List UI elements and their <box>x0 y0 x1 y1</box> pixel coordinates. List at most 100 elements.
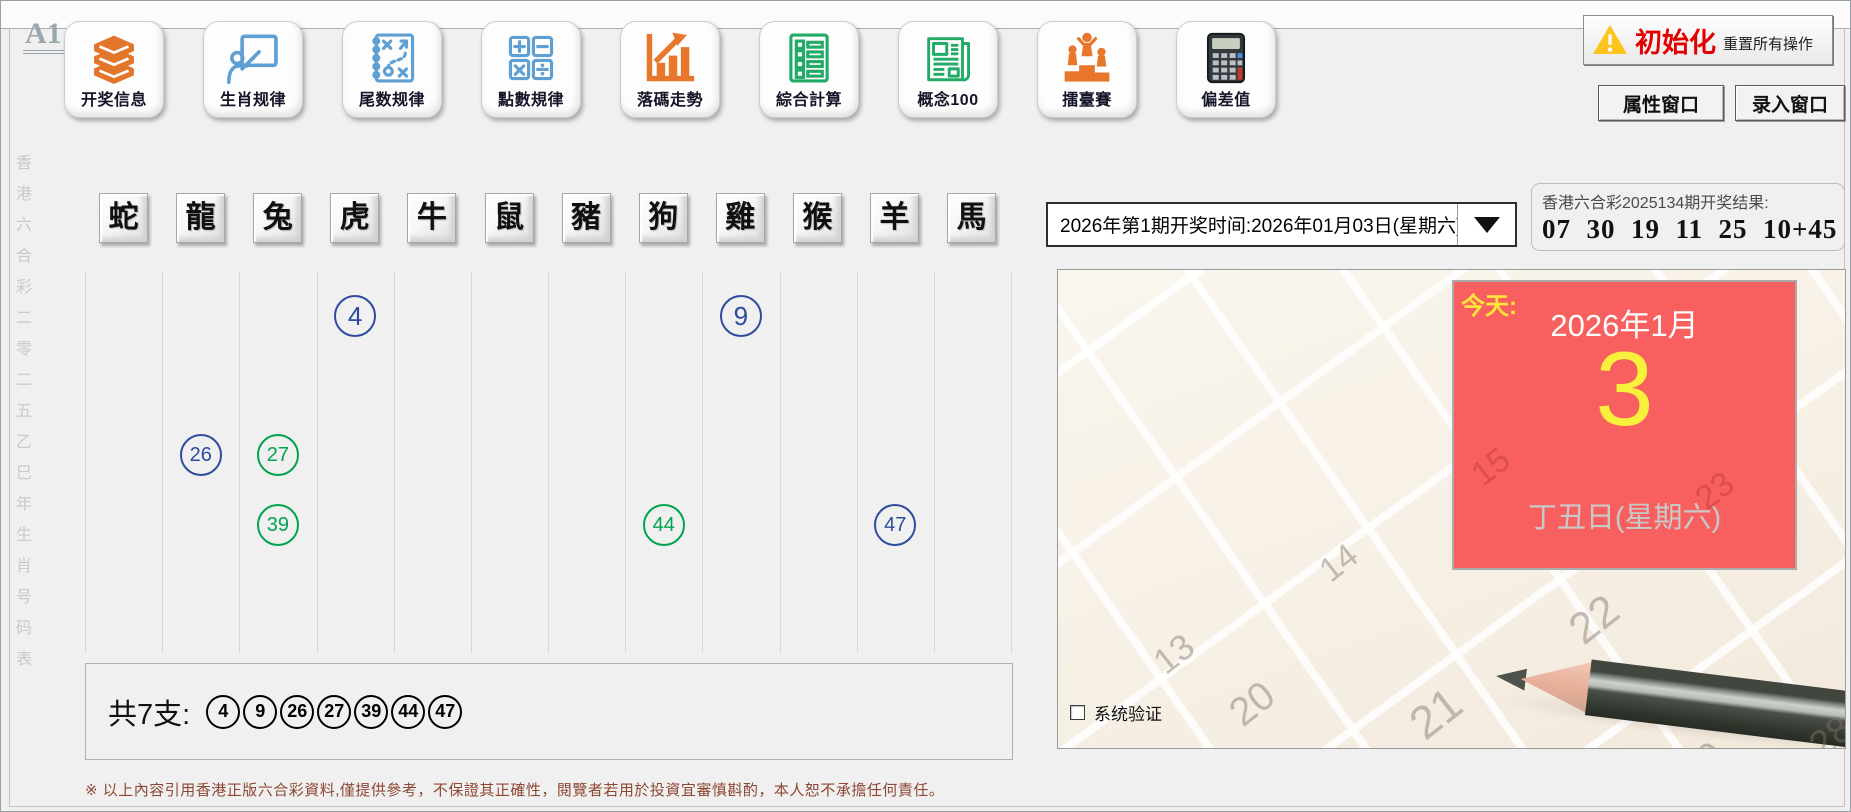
initialize-label: 初始化 <box>1635 27 1716 58</box>
entry-window-button[interactable]: 录入窗口 <box>1735 85 1845 121</box>
calendar-photo-number: 14 <box>1312 536 1366 590</box>
tool-button-draw-info[interactable]: 开奖信息 <box>64 21 164 118</box>
vertical-title-char: 五 <box>15 403 32 420</box>
column-gridline <box>162 271 164 653</box>
warning-icon <box>1593 25 1627 54</box>
books-icon <box>85 28 143 88</box>
tool-button-composite[interactable]: 綜合計算 <box>759 21 859 118</box>
system-verify-row: 系统验证 <box>1070 700 1162 725</box>
math-operations-icon <box>502 28 560 88</box>
checklist-icon <box>780 28 838 88</box>
column-gridline <box>85 271 86 653</box>
vertical-title-char: 巳 <box>15 465 32 482</box>
podium-winners-icon <box>1058 28 1116 88</box>
disclaimer-text: ※ 以上內容引用香港正版六合彩資料,僅提供參考，不保證其正確性，閱覽者若用於投資… <box>85 782 945 799</box>
tool-button-label: 偏差值 <box>1201 92 1251 109</box>
tab-zodiac-10[interactable]: 猴 <box>792 193 842 243</box>
tool-button-point-rule[interactable]: 點數規律 <box>481 21 581 118</box>
system-verify-label: 系统验证 <box>1094 705 1162 724</box>
vertical-title-char: 肖 <box>15 558 32 575</box>
column-gridline <box>702 271 704 653</box>
number-mark-27: 27 <box>256 434 299 477</box>
tool-button-label: 概念100 <box>917 92 979 109</box>
initialize-button[interactable]: 初始化 重置所有操作 <box>1583 15 1833 65</box>
tab-zodiac-12[interactable]: 馬 <box>947 193 997 243</box>
vertical-title-char: 合 <box>15 248 32 265</box>
summary-numbers: 4 9 26 27 39 44 47 <box>206 694 465 729</box>
vertical-title-char: 港 <box>15 186 32 203</box>
tool-button-label: 擂臺賽 <box>1062 92 1112 109</box>
dropdown-arrow-button[interactable] <box>1457 204 1515 245</box>
period-dropdown-value: 2026年第1期开奖时间:2026年01月03日(星期六) <box>1060 216 1457 237</box>
calendar-day-detail: 丁丑日(星期六) <box>1527 502 1722 534</box>
tab-zodiac-8[interactable]: 狗 <box>638 193 688 243</box>
bar-chart-up-icon <box>641 28 699 88</box>
tool-button-label: 尾数规律 <box>358 92 425 109</box>
tab-zodiac-3[interactable]: 兔 <box>253 193 303 243</box>
calendar-photo-number: 21 <box>1399 676 1472 749</box>
column-gridline <box>625 271 627 653</box>
vertical-title-char: 生 <box>15 527 32 544</box>
tool-button-label: 點數規律 <box>497 92 564 109</box>
tab-zodiac-9[interactable]: 雞 <box>715 193 765 243</box>
vertical-title-char: 表 <box>15 651 32 668</box>
last-draw-result-numbers: 07 30 19 11 25 10+45 <box>1542 214 1838 244</box>
presenter-board-icon <box>224 28 282 88</box>
tab-zodiac-2[interactable]: 龍 <box>176 193 226 243</box>
tool-button-trend[interactable]: 落碼走勢 <box>620 21 720 118</box>
summary-circle-number: 47 <box>428 694 463 729</box>
pencil-wood-cone <box>1518 653 1594 713</box>
column-gridline <box>779 271 781 653</box>
summary-circle-number: 26 <box>280 694 315 729</box>
strategy-notebook-icon <box>363 28 421 88</box>
vertical-title-char: 香 <box>15 155 32 172</box>
last-draw-result-box: 香港六合彩2025134期开奖结果: 07 30 19 11 25 10+45 <box>1531 183 1845 251</box>
reset-all-label: 重置所有操作 <box>1723 35 1814 53</box>
column-gridline <box>1011 271 1012 653</box>
cell-reference-label: A1 <box>23 19 64 54</box>
tab-zodiac-1[interactable]: 蛇 <box>99 193 148 243</box>
tab-zodiac-5[interactable]: 牛 <box>407 193 457 243</box>
vertical-title-char: 六 <box>15 217 32 234</box>
system-verify-checkbox[interactable] <box>1070 705 1085 720</box>
number-mark-26: 26 <box>179 434 222 477</box>
period-dropdown[interactable]: 2026年第1期开奖时间:2026年01月03日(星期六) <box>1046 202 1517 247</box>
summary-circle-number: 4 <box>206 694 241 729</box>
summary-circle-number: 27 <box>317 694 352 729</box>
tab-zodiac-4[interactable]: 虎 <box>330 193 380 243</box>
pencil-graphite-tip <box>1495 665 1527 690</box>
vertical-title-char: 彩 <box>15 279 32 296</box>
vertical-title-char: 二 <box>15 310 32 327</box>
tool-button-label: 开奖信息 <box>80 92 147 109</box>
tool-button-zodiac-rule[interactable]: 生肖规律 <box>203 21 303 118</box>
column-gridline <box>239 271 241 653</box>
vertical-title-char: 号 <box>15 589 32 606</box>
calendar-photo-number: 22 <box>1559 585 1629 654</box>
number-mark-39: 39 <box>256 504 299 547</box>
calendar-photo-number: 20 <box>1221 672 1284 736</box>
tool-button-concept100[interactable]: 概念100 <box>898 21 998 118</box>
summary-circle-number: 39 <box>354 694 389 729</box>
tool-button-tail-rule[interactable]: 尾数规律 <box>342 21 442 118</box>
tool-button-label: 落碼走勢 <box>636 92 703 109</box>
vertical-title-char: 码 <box>15 620 32 637</box>
tool-button-arena[interactable]: 擂臺賽 <box>1037 21 1137 118</box>
calendar-panel: 今天: 2026年1月 3 丁丑日(星期六) 15 23 系统验证 14 13 22 2… <box>1057 269 1846 749</box>
calendar-day-number: 3 <box>1595 331 1654 448</box>
app-window: A1 开奖信息 生肖规律 尾数规律 點數規律 落碼走勢 綜合計算 概念100 擂… <box>0 0 1851 812</box>
tab-zodiac-11[interactable]: 羊 <box>870 193 919 243</box>
column-gridline <box>470 271 472 653</box>
left-vertical-title: 香港六合彩二零二五乙巳年生肖号码表 <box>13 149 35 669</box>
properties-window-button[interactable]: 属性窗口 <box>1598 85 1724 121</box>
summary-box: 共7支: 4 9 26 27 39 44 47 <box>85 663 1013 760</box>
tab-zodiac-6[interactable]: 鼠 <box>484 193 534 243</box>
today-calendar-card: 今天: 2026年1月 3 丁丑日(星期六) 15 23 <box>1452 280 1797 570</box>
tab-zodiac-7[interactable]: 豬 <box>561 193 611 243</box>
tool-button-deviation[interactable]: 偏差值 <box>1176 21 1276 118</box>
column-gridline <box>933 271 935 653</box>
last-draw-result-title: 香港六合彩2025134期开奖结果: <box>1542 195 1769 212</box>
summary-circle-number: 9 <box>243 694 278 729</box>
column-gridline <box>393 271 395 653</box>
vertical-title-char: 乙 <box>15 434 32 451</box>
calendar-photo-number: 13 <box>1145 625 1203 683</box>
